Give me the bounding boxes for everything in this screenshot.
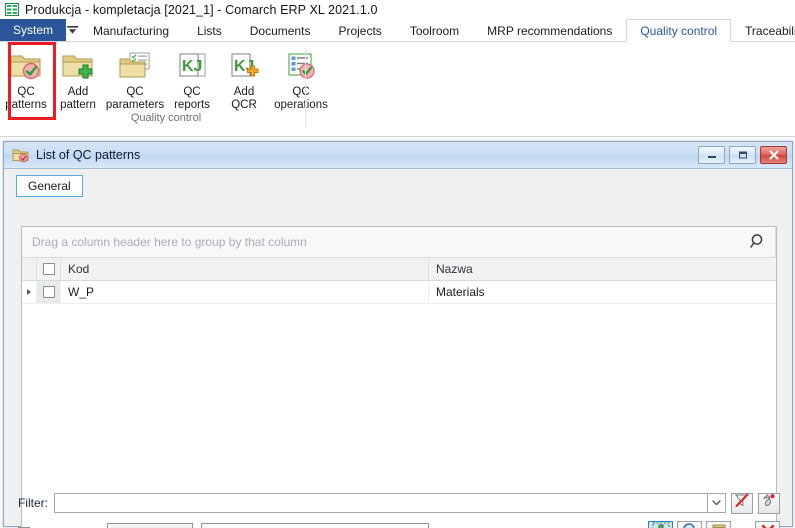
- magnifier-icon: [681, 522, 699, 528]
- dialog-tabs: General: [16, 175, 83, 197]
- tab-quality-control[interactable]: Quality control: [626, 19, 732, 42]
- ribbon-group-quality-control: QC patterns Add pattern QC parameters KJ…: [0, 42, 332, 136]
- ribbon-label-line2: patterns: [5, 98, 47, 111]
- column-header-kod[interactable]: Kod: [61, 258, 429, 280]
- tab-traceability[interactable]: Traceability: [731, 19, 795, 41]
- ribbon-panel: QC patterns Add pattern QC parameters KJ…: [0, 42, 795, 137]
- item-button[interactable]: Item: [106, 523, 193, 528]
- window-titlebar: Produkcja - kompletacja [2021_1] - Comar…: [0, 0, 795, 19]
- folder-list-icon: [118, 48, 152, 84]
- window-controls: [698, 146, 787, 164]
- preview-button[interactable]: [677, 521, 702, 528]
- dialog-title: List of QC patterns: [36, 148, 141, 162]
- search-icon[interactable]: [750, 233, 767, 255]
- build-filter-icon: [761, 493, 777, 513]
- tab-documents[interactable]: Documents: [236, 19, 325, 41]
- ribbon-button-qc-patterns[interactable]: QC patterns: [0, 42, 52, 111]
- ribbon-label-line2: parameters: [105, 98, 165, 111]
- tab-manufacturing[interactable]: Manufacturing: [79, 19, 183, 41]
- tab-system[interactable]: System: [0, 19, 67, 41]
- filter-row: Filter:: [18, 492, 780, 514]
- ribbon-label-line2: pattern: [60, 98, 96, 111]
- column-header-nazwa[interactable]: Nazwa: [429, 258, 776, 280]
- ribbon-button-add-qcr[interactable]: KJ Add QCR: [218, 42, 270, 111]
- filter-chevron-down-icon[interactable]: [708, 493, 726, 513]
- list-of-qc-patterns-dialog: List of QC patterns General Drag a colum…: [3, 141, 793, 528]
- table-row[interactable]: W_P Materials: [22, 281, 776, 304]
- close-button[interactable]: [760, 146, 787, 164]
- minimize-button[interactable]: [698, 146, 725, 164]
- filter-input[interactable]: [54, 493, 708, 513]
- app-window-icon: [5, 3, 19, 16]
- application-window: Produkcja - kompletacja [2021_1] - Comar…: [0, 0, 795, 528]
- group-bar-divider: [775, 227, 776, 258]
- ribbon-label-line1: QC: [292, 86, 310, 98]
- ribbon-label-line1: Add: [233, 86, 255, 98]
- dialog-bottom-bar: Archival Item: [18, 520, 780, 528]
- kj-add-icon: KJ: [227, 48, 261, 84]
- ribbon-group-separator: [305, 48, 306, 128]
- checkbox-box: [42, 263, 55, 275]
- ribbon-tabstrip: System Manufacturing Lists Documents Pro…: [0, 19, 795, 42]
- window-title: Produkcja - kompletacja [2021_1] - Comar…: [25, 2, 378, 17]
- group-by-hint: Drag a column header here to group by th…: [32, 235, 307, 249]
- add-green-plus-icon: [652, 522, 670, 528]
- ribbon-label-line1: QC: [183, 86, 201, 98]
- kj-document-icon: KJ: [175, 48, 209, 84]
- ribbon-label-line1: Add: [67, 86, 89, 98]
- tab-toolroom[interactable]: Toolroom: [396, 19, 473, 41]
- ribbon-button-add-pattern[interactable]: Add pattern: [52, 42, 104, 111]
- tab-lists[interactable]: Lists: [183, 19, 236, 41]
- svg-text:KJ: KJ: [182, 58, 202, 75]
- list-check-icon: [284, 48, 318, 84]
- tab-general[interactable]: General: [16, 175, 83, 197]
- quick-access-chevron-down-icon[interactable]: [66, 19, 79, 41]
- row-checkbox[interactable]: [37, 281, 61, 303]
- tab-projects[interactable]: Projects: [324, 19, 395, 41]
- ribbon-label-line1: QC: [126, 86, 144, 98]
- maximize-button[interactable]: [729, 146, 756, 164]
- ribbon-label-line2: reports: [174, 98, 210, 111]
- trash-icon: [710, 522, 728, 528]
- select-all-checkbox[interactable]: [37, 258, 61, 280]
- grid-header-indicator: [22, 258, 37, 280]
- ribbon-label-line2: operations: [274, 98, 328, 111]
- ribbon-button-qc-operations[interactable]: QC operations: [270, 42, 332, 111]
- build-filter-button[interactable]: [758, 492, 780, 514]
- add-button[interactable]: [648, 521, 673, 528]
- filter-label: Filter:: [18, 496, 48, 510]
- clear-filter-icon: [734, 493, 750, 513]
- dialog-titlebar[interactable]: List of QC patterns: [4, 142, 792, 169]
- group-by-bar[interactable]: Drag a column header here to group by th…: [22, 227, 776, 258]
- cell-nazwa: Materials: [436, 285, 485, 299]
- clear-filter-button[interactable]: [731, 492, 753, 514]
- close-window-button[interactable]: [755, 521, 780, 528]
- grid-header-row: Kod Nazwa: [22, 258, 776, 281]
- folder-qc-icon: [12, 148, 29, 163]
- checkbox-box: [42, 286, 55, 298]
- folder-check-icon: [9, 48, 43, 84]
- delete-button[interactable]: [706, 521, 731, 528]
- folder-plus-icon: [61, 48, 95, 84]
- tab-mrp-recommendations[interactable]: MRP recommendations: [473, 19, 626, 41]
- cell-kod: W_P: [61, 281, 429, 303]
- ribbon-label-line2: QCR: [231, 98, 257, 111]
- row-indicator-arrow-icon: [22, 281, 37, 303]
- ribbon-button-qc-parameters[interactable]: QC parameters: [104, 42, 166, 111]
- dialog-action-buttons: [644, 521, 780, 528]
- red-x-icon: [759, 522, 777, 528]
- ribbon-group-label: Quality control: [130, 112, 202, 124]
- ribbon-button-qc-reports[interactable]: KJ QC reports: [166, 42, 218, 111]
- item-input[interactable]: [200, 523, 429, 528]
- dialog-body: General Drag a column header here to gro…: [4, 169, 792, 528]
- qc-patterns-grid: Drag a column header here to group by th…: [21, 226, 777, 528]
- ribbon-label-line1: QC: [17, 86, 35, 98]
